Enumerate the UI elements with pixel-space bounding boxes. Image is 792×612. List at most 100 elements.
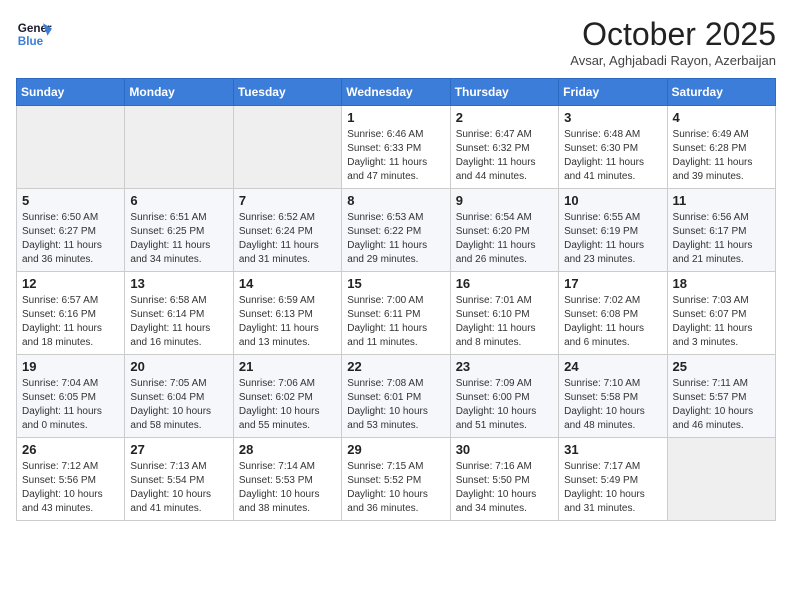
day-info: Sunrise: 6:59 AMSunset: 6:13 PMDaylight:… (239, 294, 336, 350)
calendar-week-row: 26 Sunrise: 7:12 AMSunset: 5:56 PMDayligh… (17, 438, 776, 521)
svg-text:Blue: Blue (18, 35, 44, 48)
day-number: 26 (22, 442, 119, 457)
weekday-header-wednesday: Wednesday (342, 79, 450, 106)
weekday-header-monday: Monday (125, 79, 233, 106)
weekday-header-thursday: Thursday (450, 79, 558, 106)
calendar-week-row: 5Sunrise: 6:50 AMSunset: 6:27 PMDaylight… (17, 189, 776, 272)
calendar-cell: 29 Sunrise: 7:15 AMSunset: 5:52 PMDayligh… (342, 438, 450, 521)
calendar-cell: 21 Sunrise: 7:06 AMSunset: 6:02 PMDayligh… (233, 355, 341, 438)
day-number: 6 (130, 193, 227, 208)
day-number: 18 (673, 276, 770, 291)
calendar-cell (17, 106, 125, 189)
day-number: 11 (673, 193, 770, 208)
calendar-cell: 1 Sunrise: 6:46 AMSunset: 6:33 PMDaylight… (342, 106, 450, 189)
day-info: Sunrise: 6:46 AMSunset: 6:33 PMDaylight:… (347, 128, 444, 184)
calendar-cell: 9 Sunrise: 6:54 AMSunset: 6:20 PMDaylight… (450, 189, 558, 272)
weekday-header-saturday: Saturday (667, 79, 775, 106)
day-info: Sunrise: 6:54 AMSunset: 6:20 PMDaylight:… (456, 211, 553, 267)
weekday-header-row: SundayMondayTuesdayWednesdayThursdayFrid… (17, 79, 776, 106)
day-info: Sunrise: 6:57 AMSunset: 6:16 PMDaylight:… (22, 294, 119, 350)
calendar-cell: 16Sunrise: 7:01 AMSunset: 6:10 PMDayligh… (450, 272, 558, 355)
day-number: 7 (239, 193, 336, 208)
day-number: 21 (239, 359, 336, 374)
calendar-cell: 28Sunrise: 7:14 AMSunset: 5:53 PMDayligh… (233, 438, 341, 521)
day-number: 1 (347, 110, 444, 125)
day-info: Sunrise: 6:56 AMSunset: 6:17 PMDaylight:… (673, 211, 770, 267)
day-info: Sunrise: 6:48 AMSunset: 6:30 PMDaylight:… (564, 128, 661, 184)
day-info: Sunrise: 7:16 AMSunset: 5:50 PMDaylight:… (456, 460, 553, 516)
day-number: 14 (239, 276, 336, 291)
location: Avsar, Aghjabadi Rayon, Azerbaijan (570, 53, 776, 68)
calendar-cell: 26 Sunrise: 7:12 AMSunset: 5:56 PMDayligh… (17, 438, 125, 521)
day-info: Sunrise: 7:10 AMSunset: 5:58 PMDaylight:… (564, 377, 661, 433)
day-info: Sunrise: 7:17 AMSunset: 5:49 PMDaylight:… (564, 460, 661, 516)
calendar-cell: 19Sunrise: 7:04 AMSunset: 6:05 PMDayligh… (17, 355, 125, 438)
calendar-table: SundayMondayTuesdayWednesdayThursdayFrid… (16, 78, 776, 521)
calendar-week-row: 1 Sunrise: 6:46 AMSunset: 6:33 PMDaylight… (17, 106, 776, 189)
day-number: 20 (130, 359, 227, 374)
day-info: Sunrise: 7:06 AMSunset: 6:02 PMDaylight:… (239, 377, 336, 433)
day-info: Sunrise: 7:12 AMSunset: 5:56 PMDaylight:… (22, 460, 119, 516)
day-number: 13 (130, 276, 227, 291)
calendar-cell (667, 438, 775, 521)
month-title: October 2025 (570, 16, 776, 53)
calendar-cell: 30 Sunrise: 7:16 AMSunset: 5:50 PMDayligh… (450, 438, 558, 521)
calendar-cell: 17 Sunrise: 7:02 AMSunset: 6:08 PMDayligh… (559, 272, 667, 355)
day-number: 9 (456, 193, 553, 208)
day-number: 5 (22, 193, 119, 208)
page-header: General Blue October 2025 Avsar, Aghjaba… (16, 16, 776, 68)
day-info: Sunrise: 7:02 AMSunset: 6:08 PMDaylight:… (564, 294, 661, 350)
day-info: Sunrise: 7:13 AMSunset: 5:54 PMDaylight:… (130, 460, 227, 516)
day-info: Sunrise: 7:14 AMSunset: 5:53 PMDaylight:… (239, 460, 336, 516)
day-info: Sunrise: 7:05 AMSunset: 6:04 PMDaylight:… (130, 377, 227, 433)
day-number: 30 (456, 442, 553, 457)
day-info: Sunrise: 7:04 AMSunset: 6:05 PMDaylight:… (22, 377, 119, 433)
calendar-cell: 31 Sunrise: 7:17 AMSunset: 5:49 PMDayligh… (559, 438, 667, 521)
day-number: 8 (347, 193, 444, 208)
calendar-cell: 3 Sunrise: 6:48 AMSunset: 6:30 PMDaylight… (559, 106, 667, 189)
day-number: 27 (130, 442, 227, 457)
calendar-cell: 25 Sunrise: 7:11 AMSunset: 5:57 PMDayligh… (667, 355, 775, 438)
day-number: 23 (456, 359, 553, 374)
day-info: Sunrise: 6:52 AMSunset: 6:24 PMDaylight:… (239, 211, 336, 267)
calendar-cell (233, 106, 341, 189)
calendar-cell: 18 Sunrise: 7:03 AMSunset: 6:07 PMDayligh… (667, 272, 775, 355)
day-info: Sunrise: 6:49 AMSunset: 6:28 PMDaylight:… (673, 128, 770, 184)
calendar-cell: 2 Sunrise: 6:47 AMSunset: 6:32 PMDaylight… (450, 106, 558, 189)
day-info: Sunrise: 7:03 AMSunset: 6:07 PMDaylight:… (673, 294, 770, 350)
day-info: Sunrise: 7:00 AMSunset: 6:11 PMDaylight:… (347, 294, 444, 350)
day-info: Sunrise: 6:55 AMSunset: 6:19 PMDaylight:… (564, 211, 661, 267)
day-number: 31 (564, 442, 661, 457)
calendar-cell: 5Sunrise: 6:50 AMSunset: 6:27 PMDaylight… (17, 189, 125, 272)
calendar-cell: 13 Sunrise: 6:58 AMSunset: 6:14 PMDayligh… (125, 272, 233, 355)
day-number: 25 (673, 359, 770, 374)
calendar-cell: 8Sunrise: 6:53 AMSunset: 6:22 PMDaylight… (342, 189, 450, 272)
day-number: 3 (564, 110, 661, 125)
day-number: 29 (347, 442, 444, 457)
day-number: 10 (564, 193, 661, 208)
day-number: 15 (347, 276, 444, 291)
calendar-cell: 6Sunrise: 6:51 AMSunset: 6:25 PMDaylight… (125, 189, 233, 272)
weekday-header-friday: Friday (559, 79, 667, 106)
calendar-cell: 20 Sunrise: 7:05 AMSunset: 6:04 PMDayligh… (125, 355, 233, 438)
calendar-cell: 10 Sunrise: 6:55 AMSunset: 6:19 PMDayligh… (559, 189, 667, 272)
day-number: 2 (456, 110, 553, 125)
day-number: 22 (347, 359, 444, 374)
calendar-cell: 12 Sunrise: 6:57 AMSunset: 6:16 PMDayligh… (17, 272, 125, 355)
day-number: 12 (22, 276, 119, 291)
calendar-cell: 24Sunrise: 7:10 AMSunset: 5:58 PMDayligh… (559, 355, 667, 438)
day-info: Sunrise: 7:11 AMSunset: 5:57 PMDaylight:… (673, 377, 770, 433)
title-block: October 2025 Avsar, Aghjabadi Rayon, Aze… (570, 16, 776, 68)
calendar-cell: 14 Sunrise: 6:59 AMSunset: 6:13 PMDayligh… (233, 272, 341, 355)
day-info: Sunrise: 7:15 AMSunset: 5:52 PMDaylight:… (347, 460, 444, 516)
day-info: Sunrise: 7:09 AMSunset: 6:00 PMDaylight:… (456, 377, 553, 433)
day-info: Sunrise: 6:58 AMSunset: 6:14 PMDaylight:… (130, 294, 227, 350)
calendar-week-row: 12 Sunrise: 6:57 AMSunset: 6:16 PMDayligh… (17, 272, 776, 355)
calendar-cell: 23 Sunrise: 7:09 AMSunset: 6:00 PMDayligh… (450, 355, 558, 438)
calendar-cell (125, 106, 233, 189)
day-number: 17 (564, 276, 661, 291)
calendar-cell: 4 Sunrise: 6:49 AMSunset: 6:28 PMDaylight… (667, 106, 775, 189)
day-number: 4 (673, 110, 770, 125)
day-info: Sunrise: 6:47 AMSunset: 6:32 PMDaylight:… (456, 128, 553, 184)
calendar-cell: 7 Sunrise: 6:52 AMSunset: 6:24 PMDaylight… (233, 189, 341, 272)
